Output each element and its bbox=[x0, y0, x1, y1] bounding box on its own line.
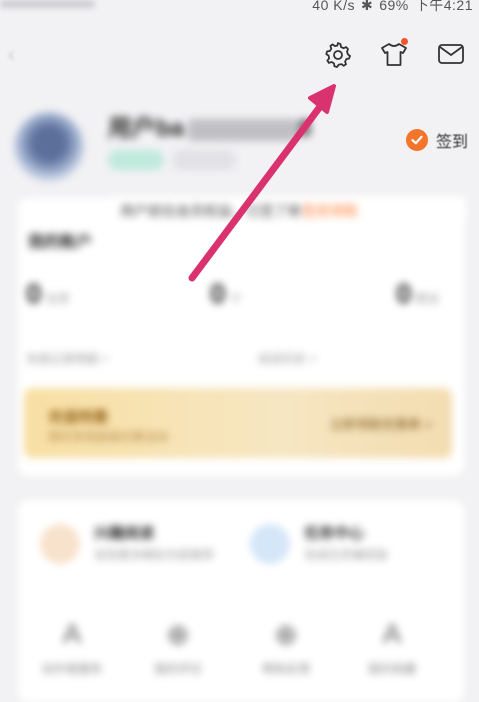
username: 用户ba 8 bbox=[108, 108, 311, 143]
grid-item-favorites[interactable]: A 我的收藏 bbox=[352, 618, 432, 677]
member-tag bbox=[108, 150, 164, 170]
assets-title: 我的账户 bbox=[28, 234, 93, 251]
interest-icon bbox=[40, 524, 80, 564]
feature-task-subtitle: 完成任务赚奖励 bbox=[304, 548, 389, 562]
stat-points[interactable]: 0 积分 bbox=[396, 278, 440, 310]
feature-interest-title[interactable]: 兴趣阅读 bbox=[94, 522, 154, 543]
recharge-record-link[interactable]: 充值记录明细 > bbox=[26, 350, 108, 367]
banner-button[interactable]: 立即领取优惠券 > bbox=[330, 414, 432, 433]
grid-item-comments[interactable]: ⊕ 我的评论 bbox=[138, 618, 218, 677]
stat-tickets[interactable]: 0个 bbox=[210, 278, 242, 310]
reading-history-link[interactable]: 阅读历史 > bbox=[258, 350, 316, 367]
person-icon: A bbox=[382, 618, 402, 649]
blurred-content: 用户ba 8 我的账户 0 元币 0个 0 积分 充值记录明细 > 阅读历史 > 充值… bbox=[0, 0, 479, 702]
globe-icon: ⊕ bbox=[166, 619, 190, 650]
banner-subtitle: 限时享受超值优惠活动 bbox=[48, 430, 169, 444]
stat-coins[interactable]: 0 元币 bbox=[26, 278, 70, 310]
avatar[interactable] bbox=[14, 112, 84, 182]
services-card: 兴趣阅读 发现更多精彩内容推荐 任务中心 完成任务赚奖励 A 创作者服务 ⊕ 我的评… bbox=[18, 500, 464, 702]
assets-card: 我的账户 0 元币 0个 0 积分 充值记录明细 > 阅读历史 > 充值特惠 限时享… bbox=[18, 198, 464, 476]
grid-item-creator[interactable]: A 创作者服务 bbox=[32, 618, 112, 677]
person-icon: A bbox=[62, 618, 82, 649]
feature-task-title[interactable]: 任务中心 bbox=[304, 522, 364, 543]
promo-banner[interactable]: 充值特惠 限时享受超值优惠活动 立即领取优惠券 > bbox=[24, 388, 452, 458]
username-text: 用户ba bbox=[108, 115, 185, 142]
check-icon bbox=[406, 129, 428, 151]
notice-text: 用户前往会员权益，已签了新 bbox=[120, 203, 302, 219]
feature-interest-subtitle: 发现更多精彩内容推荐 bbox=[94, 548, 215, 562]
username-suffix: 8 bbox=[298, 115, 312, 142]
checkin-button[interactable]: 签到 bbox=[406, 128, 468, 152]
task-icon bbox=[250, 524, 290, 564]
notice-bar[interactable]: 用户前往会员权益，已签了新签到领取 bbox=[110, 196, 466, 226]
grid-item-help[interactable]: ⊕ 帮助反馈 bbox=[246, 618, 326, 677]
globe-icon: ⊕ bbox=[274, 619, 298, 650]
notice-highlight: 签到领取 bbox=[302, 203, 358, 219]
username-mask bbox=[188, 118, 299, 141]
level-tag bbox=[172, 150, 236, 170]
banner-title: 充值特惠 bbox=[48, 409, 109, 426]
checkin-label: 签到 bbox=[436, 134, 469, 151]
